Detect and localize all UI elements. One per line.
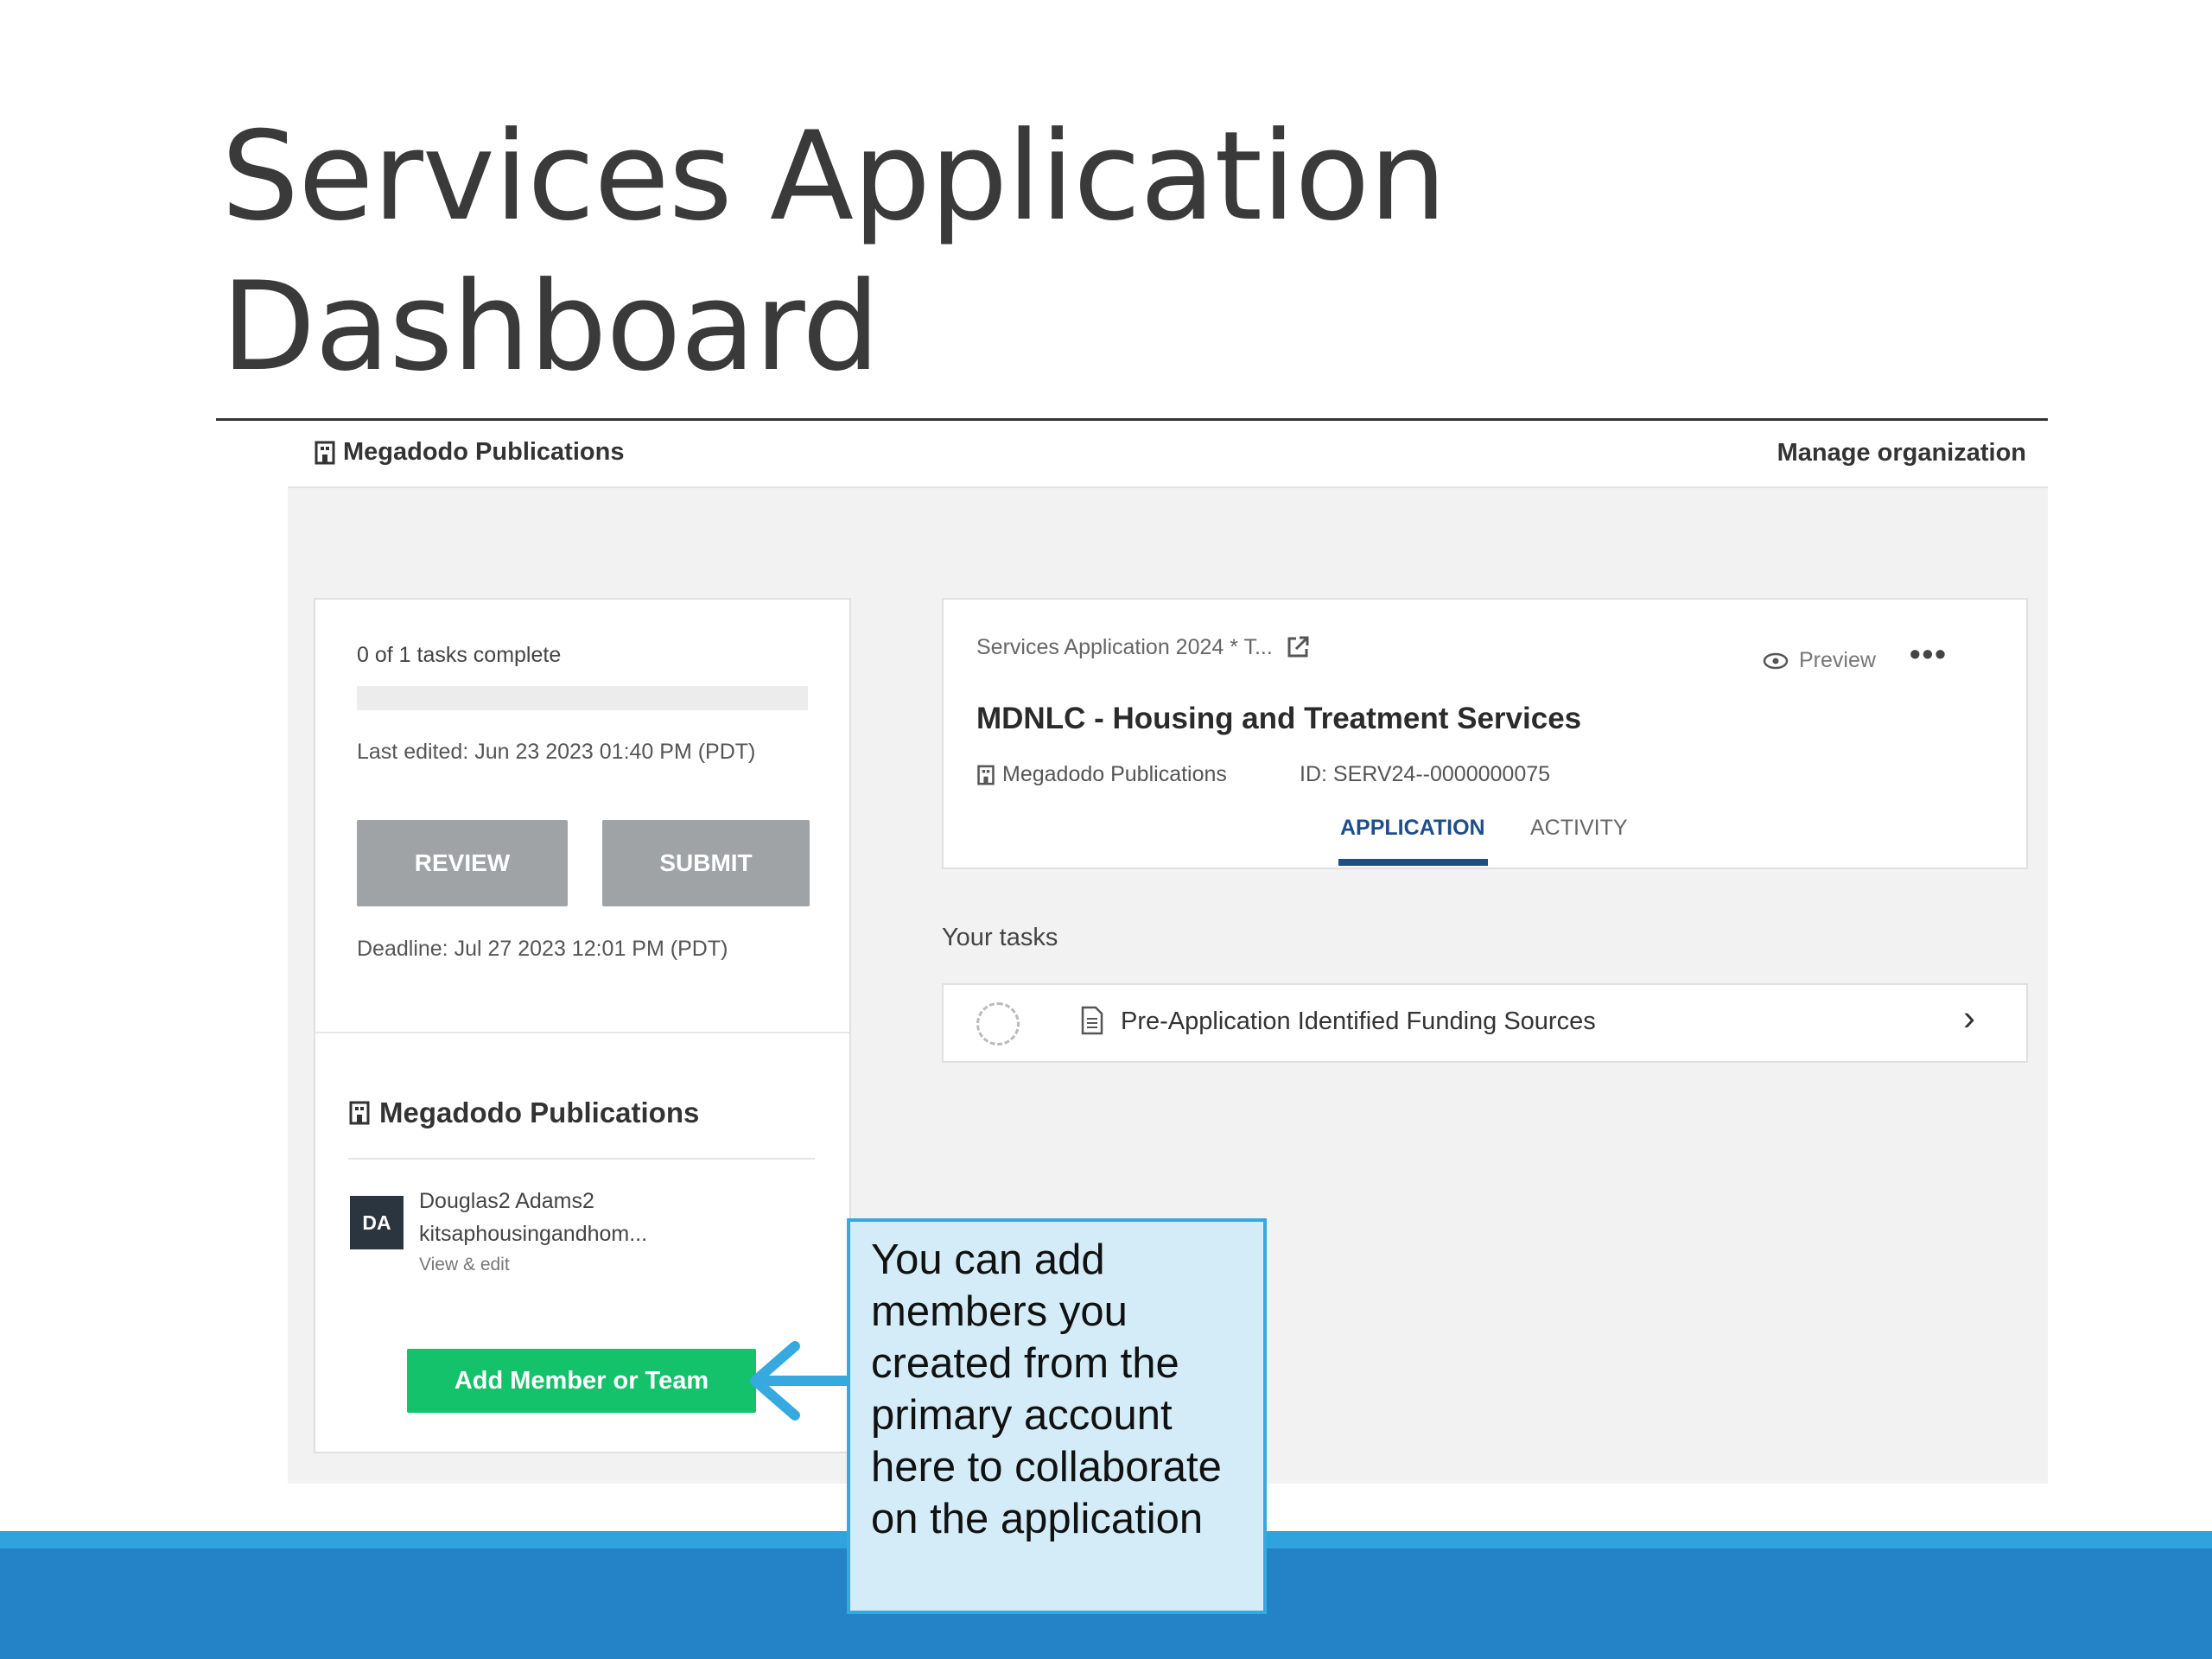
application-header-card: Services Application 2024 * T... Preview… <box>942 598 2028 869</box>
more-options-icon[interactable]: ••• <box>1910 636 1948 672</box>
card-divider <box>315 1032 849 1033</box>
callout-box: You can add members you created from the… <box>847 1218 1267 1614</box>
avatar: DA <box>350 1196 404 1249</box>
document-icon <box>1081 1006 1103 1035</box>
member-name: Douglas2 Adams2 <box>419 1189 594 1213</box>
task-progress-bar <box>357 686 808 710</box>
callout-line-1: You can add <box>871 1236 1105 1283</box>
manage-organization-link[interactable]: Manage organization <box>1777 439 2026 467</box>
slide-title-line-1: Services Application <box>221 105 1446 248</box>
application-status-card: 0 of 1 tasks complete Last edited: Jun 2… <box>314 598 851 1453</box>
add-member-or-team-button[interactable]: Add Member or Team <box>407 1349 756 1413</box>
preview-label: Preview <box>1799 648 1876 672</box>
task-label: Pre-Application Identified Funding Sourc… <box>1121 1007 1596 1035</box>
application-org: Megadodo Publications <box>976 762 1227 787</box>
callout-line-5: here to collaborate <box>871 1444 1222 1491</box>
active-tab-indicator <box>1338 859 1488 866</box>
callout-line-3: created from the <box>871 1340 1179 1387</box>
org-switcher[interactable]: Megadodo Publications <box>314 438 624 467</box>
submit-button[interactable]: SUBMIT <box>602 820 810 906</box>
application-id-label: ID: <box>1300 762 1327 786</box>
application-id-value: SERV24--0000000075 <box>1332 762 1551 786</box>
view-edit-link[interactable]: View & edit <box>419 1255 510 1275</box>
callout-arrow-icon <box>750 1341 849 1421</box>
application-org-name: Megadodo Publications <box>1002 762 1227 786</box>
org-block-name: Megadodo Publications <box>379 1096 700 1128</box>
review-button[interactable]: REVIEW <box>357 820 568 906</box>
org-bar: Megadodo Publications Manage organizatio… <box>288 421 2048 488</box>
external-link-icon[interactable] <box>1285 634 1311 660</box>
application-id: ID: SERV24--0000000075 <box>1300 762 1550 787</box>
slide-title-line-2: Dashboard <box>221 256 880 398</box>
building-icon <box>315 441 335 464</box>
your-tasks-heading: Your tasks <box>942 924 1058 951</box>
application-name[interactable]: Services Application 2024 * T... <box>976 634 1311 660</box>
callout-line-4: primary account <box>871 1392 1173 1439</box>
chevron-right-icon[interactable]: › <box>1963 997 1975 1039</box>
building-icon <box>349 1101 370 1125</box>
tasks-complete-text: 0 of 1 tasks complete <box>357 643 562 667</box>
application-name-text: Services Application 2024 * T... <box>976 634 1273 659</box>
org-bar-name: Megadodo Publications <box>343 438 625 466</box>
tab-application[interactable]: APPLICATION <box>1340 816 1485 841</box>
org-block-title: Megadodo Publications <box>348 1096 699 1129</box>
callout-line-2: members you <box>871 1288 1128 1335</box>
building-icon <box>977 765 995 785</box>
slide-title: Services Application Dashboard <box>221 102 1690 403</box>
deadline-text: Deadline: Jul 27 2023 12:01 PM (PDT) <box>357 937 728 961</box>
tab-activity[interactable]: ACTIVITY <box>1530 816 1628 841</box>
last-edited-text: Last edited: Jun 23 2023 01:40 PM (PDT) <box>357 740 756 764</box>
callout-line-6: on the application <box>871 1496 1204 1542</box>
preview-link[interactable]: Preview <box>1763 648 1876 673</box>
member-email: kitsaphousingandhom... <box>419 1222 648 1246</box>
task-status-icon <box>976 1002 1020 1046</box>
task-row[interactable]: Pre-Application Identified Funding Sourc… <box>942 983 2028 1063</box>
eye-icon <box>1763 652 1789 669</box>
application-title: MDNLC - Housing and Treatment Services <box>976 702 1582 735</box>
org-block-divider <box>348 1158 815 1160</box>
